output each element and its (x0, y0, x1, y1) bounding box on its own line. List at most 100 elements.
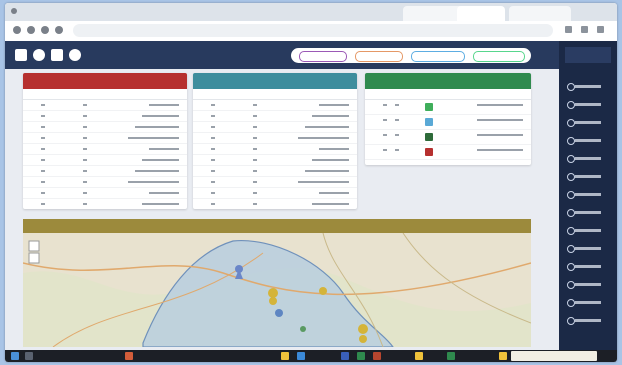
sidebar-item-label (575, 157, 601, 160)
row-label (477, 119, 523, 121)
color-swatch (425, 148, 433, 156)
map-marker[interactable] (300, 326, 306, 332)
info-icon[interactable] (69, 49, 81, 61)
sidebar-item[interactable] (565, 171, 611, 181)
sidebar-item[interactable] (565, 135, 611, 145)
row-value (41, 115, 45, 117)
sidebar-item[interactable] (565, 243, 611, 253)
card-red (23, 73, 187, 209)
table-row[interactable] (193, 100, 357, 111)
table-row[interactable] (23, 100, 187, 111)
app-taskbar-icon[interactable] (447, 352, 455, 360)
tab-2[interactable] (457, 6, 505, 21)
map-marker[interactable] (268, 288, 278, 305)
home-icon[interactable] (55, 26, 63, 34)
mail-icon[interactable] (15, 49, 27, 61)
map-marker[interactable] (275, 309, 283, 317)
app-taskbar-icon[interactable] (125, 352, 133, 360)
table-row[interactable] (23, 199, 187, 209)
zoom-in-button[interactable] (28, 240, 40, 252)
sidebar-item[interactable] (565, 189, 611, 199)
table-row[interactable] (193, 188, 357, 199)
table-row[interactable] (23, 188, 187, 199)
sidebar-item[interactable] (565, 297, 611, 307)
table-row[interactable] (23, 122, 187, 133)
profile-icon[interactable] (581, 26, 588, 33)
sidebar-item-label (575, 193, 601, 196)
menu-icon[interactable] (597, 26, 604, 33)
start-icon[interactable] (11, 352, 19, 360)
table-row[interactable] (193, 199, 357, 209)
row-value (253, 159, 257, 161)
filter-chip[interactable] (473, 51, 525, 62)
reload-icon[interactable] (41, 26, 49, 34)
sidebar-item[interactable] (565, 279, 611, 289)
sidebar-item[interactable] (565, 225, 611, 235)
table-row[interactable] (193, 122, 357, 133)
table-row[interactable] (23, 111, 187, 122)
row-value (253, 104, 257, 106)
map-marker[interactable] (319, 287, 327, 295)
back-icon[interactable] (13, 26, 21, 34)
word-icon[interactable] (341, 352, 349, 360)
video-icon[interactable] (51, 49, 63, 61)
excel-icon[interactable] (357, 352, 365, 360)
table-row[interactable] (193, 155, 357, 166)
table-row[interactable] (193, 111, 357, 122)
explorer-icon[interactable] (281, 352, 289, 360)
table-row[interactable] (365, 115, 531, 130)
row-value (83, 159, 87, 161)
table-row[interactable] (23, 155, 187, 166)
sidebar-item-label (575, 319, 601, 322)
sidebar-item[interactable] (565, 99, 611, 109)
chat-icon[interactable] (33, 49, 45, 61)
url-field[interactable] (73, 24, 553, 37)
sidebar-item[interactable] (565, 315, 611, 325)
filter-chip[interactable] (355, 51, 403, 62)
row-label (128, 137, 179, 139)
sidebar-item[interactable] (565, 81, 611, 91)
map-view[interactable] (23, 233, 531, 347)
app-taskbar-icon[interactable] (415, 352, 423, 360)
table-row[interactable] (193, 177, 357, 188)
home-icon (567, 83, 575, 91)
filter-chip[interactable] (299, 51, 347, 62)
table-row[interactable] (193, 133, 357, 144)
tab-3[interactable] (509, 6, 571, 21)
row-label (142, 115, 179, 117)
sidebar-item[interactable] (565, 261, 611, 271)
notification-toast[interactable] (511, 351, 597, 361)
search-icon[interactable] (25, 352, 33, 360)
sidebar-item[interactable] (565, 153, 611, 163)
zoom-out-button[interactable] (28, 252, 40, 264)
table-row[interactable] (193, 144, 357, 155)
row-value (83, 115, 87, 117)
row-value (83, 137, 87, 139)
table-row[interactable] (193, 166, 357, 177)
row-value (41, 126, 45, 128)
notification-icon[interactable] (499, 352, 507, 360)
filter-chip[interactable] (411, 51, 465, 62)
window-menu-icon[interactable] (11, 8, 17, 14)
forward-icon[interactable] (27, 26, 35, 34)
table-row[interactable] (23, 133, 187, 144)
table-row[interactable] (23, 166, 187, 177)
powerpoint-icon[interactable] (373, 352, 381, 360)
card-teal (193, 73, 357, 209)
extension-icon[interactable] (565, 26, 572, 33)
row-value (83, 148, 87, 150)
address-bar (5, 21, 617, 42)
table-row[interactable] (23, 177, 187, 188)
table-row[interactable] (365, 100, 531, 115)
row-value (83, 192, 87, 194)
table-row[interactable] (365, 130, 531, 145)
table-row[interactable] (23, 144, 187, 155)
sidebar-item-label (575, 139, 601, 142)
table-header (365, 89, 531, 100)
sidebar-item[interactable] (565, 207, 611, 217)
sidebar-item[interactable] (565, 117, 611, 127)
row-label (477, 149, 523, 151)
map-panel (23, 219, 531, 347)
browser-icon[interactable] (297, 352, 305, 360)
table-row[interactable] (365, 145, 531, 160)
